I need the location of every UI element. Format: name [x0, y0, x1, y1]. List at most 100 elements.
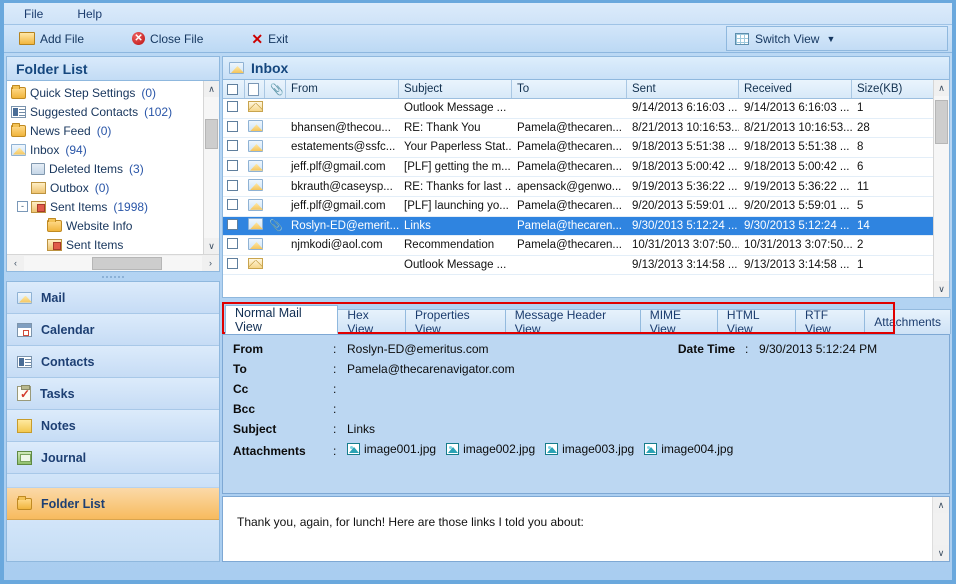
- folder-tree-item-deleted-items[interactable]: Deleted Items (3): [7, 159, 203, 178]
- body-vscrollbar[interactable]: ∧ ∨: [932, 497, 949, 561]
- message-row[interactable]: bhansen@thecou... RE: Thank You Pamela@the…: [223, 119, 933, 139]
- nav-item-contacts[interactable]: Contacts: [7, 346, 219, 378]
- menu-bar: File Help: [4, 3, 952, 25]
- hscroll-thumb[interactable]: [91, 256, 162, 270]
- message-row[interactable]: Outlook Message ... 9/14/2013 6:16:03 ...…: [223, 99, 933, 119]
- nav-item-tasks[interactable]: Tasks: [7, 378, 219, 410]
- column-header-sent[interactable]: Sent: [627, 80, 739, 98]
- folder-tree[interactable]: Quick Step Settings (0) Suggested Contacts…: [7, 81, 203, 254]
- switch-view-button[interactable]: Switch View ▼: [726, 26, 948, 51]
- cell-from: estatements@ssfc...: [291, 141, 396, 154]
- column-header-from[interactable]: From: [286, 80, 399, 98]
- grid-scroll-up-arrow[interactable]: ∧: [934, 80, 949, 96]
- row-checkbox[interactable]: [227, 101, 238, 113]
- message-row[interactable]: Outlook Message ... 9/13/2013 3:14:58 ...…: [223, 256, 933, 276]
- nav-item-calendar[interactable]: Calendar: [7, 314, 219, 346]
- row-checkbox[interactable]: [227, 120, 238, 132]
- scroll-left-arrow[interactable]: ‹: [7, 255, 24, 271]
- tab-hex-view[interactable]: Hex View: [337, 308, 406, 336]
- tree-expander-icon[interactable]: -: [17, 201, 28, 212]
- scroll-up-arrow[interactable]: ∧: [204, 81, 219, 97]
- folder-tree-item-sent-items[interactable]: - Sent Items (1998): [7, 197, 203, 216]
- menu-help[interactable]: Help: [71, 6, 108, 22]
- row-checkbox[interactable]: [227, 258, 238, 270]
- attachment-item[interactable]: image003.jpg: [545, 442, 634, 456]
- message-grid-vscrollbar[interactable]: ∧ ∨: [933, 80, 949, 297]
- vscroll-thumb[interactable]: [205, 119, 218, 149]
- vscroll-track[interactable]: [204, 97, 219, 238]
- folder-tree-item-news-feed[interactable]: News Feed (0): [7, 121, 203, 140]
- row-checkbox[interactable]: [227, 160, 238, 172]
- folder-tree-item-sent-items[interactable]: Sent Items: [7, 235, 203, 254]
- column-header-select-all[interactable]: [223, 80, 245, 98]
- column-header-attachment[interactable]: 📎: [265, 80, 286, 98]
- cell-subject: [PLF] launching yo...: [404, 200, 509, 213]
- select-all-checkbox[interactable]: [227, 83, 238, 95]
- tab-message-header-view[interactable]: Message Header View: [504, 308, 641, 336]
- folder-tree-vscrollbar[interactable]: ∧ ∨: [203, 81, 219, 254]
- column-header-subject[interactable]: Subject: [399, 80, 512, 98]
- column-header-size[interactable]: Size(KB): [852, 80, 933, 98]
- attachment-item[interactable]: image001.jpg: [347, 442, 436, 456]
- folder-tree-item-inbox[interactable]: Inbox (94): [7, 140, 203, 159]
- menu-file[interactable]: File: [18, 6, 49, 22]
- left-navigation-pane: Folder List Quick Step Settings (0) Sugges…: [6, 56, 220, 562]
- message-row[interactable]: njmkodi@aol.com Recommendation Pamela@thec…: [223, 236, 933, 256]
- folder-tree-item-outbox[interactable]: Outbox (0): [7, 178, 203, 197]
- pane-splitter[interactable]: [6, 272, 220, 281]
- grid-vscroll-thumb[interactable]: [935, 100, 948, 144]
- nav-item-journal[interactable]: Journal: [7, 442, 219, 474]
- tab-mime-view[interactable]: MIME View: [639, 308, 718, 336]
- sent-items-icon: [47, 238, 62, 251]
- add-file-button[interactable]: Add File: [12, 28, 91, 50]
- message-row[interactable]: estatements@ssfc... Your Paperless Stat..…: [223, 138, 933, 158]
- folder-tree-item-website-info[interactable]: Website Info: [7, 216, 203, 235]
- row-checkbox[interactable]: [227, 199, 238, 211]
- folder-tree-hscrollbar[interactable]: ‹ ›: [7, 254, 219, 271]
- row-checkbox[interactable]: [227, 218, 238, 230]
- hscroll-track[interactable]: [24, 255, 202, 271]
- tab-normal-mail-view[interactable]: Normal Mail View: [225, 305, 339, 334]
- nav-item-folder-list[interactable]: Folder List: [7, 488, 219, 520]
- message-rows[interactable]: Outlook Message ... 9/14/2013 6:16:03 ...…: [223, 99, 933, 297]
- cell-subject: RE: Thank You: [404, 121, 481, 134]
- message-row[interactable]: jeff.plf@gmail.com [PLF] getting the m...…: [223, 158, 933, 178]
- inbox-folder-icon: [11, 143, 26, 156]
- envelope-open-icon: [229, 62, 244, 74]
- tab-attachments[interactable]: Attachments: [864, 309, 951, 334]
- message-row[interactable]: jeff.plf@gmail.com [PLF] launching yo... P…: [223, 197, 933, 217]
- message-row[interactable]: 📎 Roslyn-ED@emerit... Links Pamela@thecaren…: [223, 216, 933, 237]
- view-tabs[interactable]: Normal Mail View Hex View Properties View M…: [222, 302, 951, 336]
- exit-button[interactable]: ✕ Exit: [244, 28, 295, 50]
- scroll-down-arrow[interactable]: ∨: [204, 238, 219, 254]
- folder-tree-item-suggested-contacts[interactable]: Suggested Contacts (102): [7, 102, 203, 121]
- tab-html-view[interactable]: HTML View: [716, 308, 796, 336]
- message-row[interactable]: bkrauth@caseysp... RE: Thanks for last ..…: [223, 177, 933, 197]
- tab-label: MIME View: [649, 308, 682, 336]
- row-checkbox[interactable]: [227, 140, 238, 152]
- attachment-item[interactable]: image002.jpg: [446, 442, 535, 456]
- scroll-right-arrow[interactable]: ›: [202, 255, 219, 271]
- column-header-read-status[interactable]: [245, 80, 265, 98]
- body-scroll-up-arrow[interactable]: ∧: [933, 497, 949, 513]
- column-header-received[interactable]: Received: [739, 80, 852, 98]
- close-file-button[interactable]: ✕ Close File: [125, 28, 210, 50]
- status-bar: [4, 564, 952, 580]
- folder-tree-item-quick-step-settings[interactable]: Quick Step Settings (0): [7, 83, 203, 102]
- detail-value-from: Roslyn-ED@emeritus.com: [347, 342, 489, 356]
- row-checkbox[interactable]: [227, 179, 238, 191]
- attachment-item[interactable]: image004.jpg: [644, 442, 733, 456]
- tab-rtf-view[interactable]: RTF View: [795, 308, 866, 336]
- nav-filler: [7, 520, 219, 561]
- tab-properties-view[interactable]: Properties View: [404, 308, 506, 336]
- body-scroll-down-arrow[interactable]: ∨: [933, 545, 949, 561]
- view-tabs-zone: Normal Mail View Hex View Properties View M…: [222, 302, 951, 336]
- grid-scroll-down-arrow[interactable]: ∨: [934, 281, 949, 297]
- nav-item-mail[interactable]: Mail: [7, 282, 219, 314]
- cell-size: 5: [857, 200, 864, 213]
- column-header-to[interactable]: To: [512, 80, 627, 98]
- row-checkbox[interactable]: [227, 238, 238, 250]
- grid-vscroll-track[interactable]: [934, 96, 949, 281]
- nav-item-notes[interactable]: Notes: [7, 410, 219, 442]
- application-window: File Help Add File ✕ Close File ✕ Exit S…: [0, 0, 956, 584]
